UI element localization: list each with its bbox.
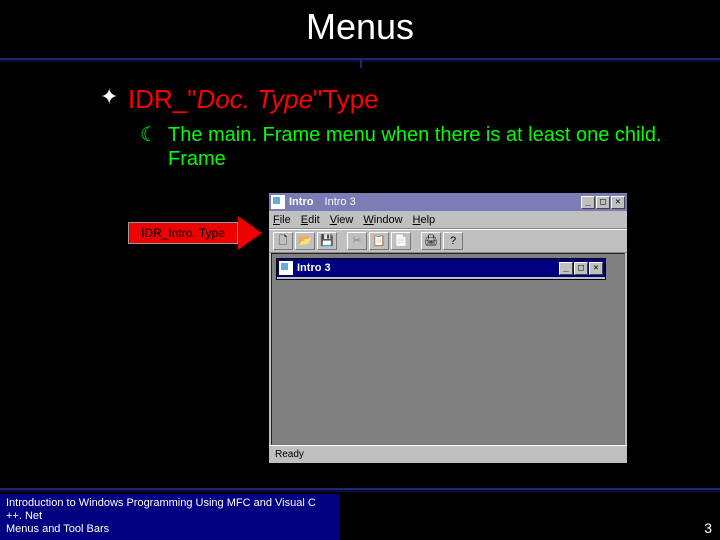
minimize-button[interactable]: _: [581, 196, 595, 209]
close-button[interactable]: ✕: [611, 196, 625, 209]
mdi-child-window[interactable]: Intro 3 _ □ ✕: [276, 258, 606, 280]
parent-titlebar[interactable]: Intro Intro 3 _ □ ✕: [269, 193, 627, 211]
arrow-head-icon: [238, 216, 262, 250]
footer-line1: Introduction to Windows Programming Usin…: [6, 497, 316, 522]
title-doc: Intro 3: [325, 196, 356, 208]
menu-window[interactable]: Window: [363, 214, 402, 226]
tool-save[interactable]: 💾: [317, 232, 337, 250]
tool-help[interactable]: ?: [443, 232, 463, 250]
page-number: 3: [704, 520, 712, 536]
menu-edit[interactable]: Edit: [301, 214, 320, 226]
tool-copy[interactable]: 📋: [369, 232, 389, 250]
footer-line2: Menus and Tool Bars: [6, 523, 109, 535]
parent-title: Intro Intro 3: [289, 196, 581, 208]
title-app: Intro: [289, 196, 313, 208]
tool-new[interactable]: 🗋: [273, 232, 293, 250]
footer-text: Introduction to Windows Programming Usin…: [0, 494, 340, 540]
maximize-button[interactable]: □: [596, 196, 610, 209]
slide-title: Menus: [0, 0, 720, 48]
content-area: ✦ IDR_"Doc. Type"Type ☾ The main. Frame …: [0, 64, 720, 171]
bullet-level1: ✦ IDR_"Doc. Type"Type: [100, 84, 720, 115]
arrow-label: IDR_Intro. Type: [128, 222, 238, 244]
tool-paste[interactable]: 📄: [391, 232, 411, 250]
window-buttons: _ □ ✕: [581, 196, 627, 209]
menu-bar: File Edit View Window Help: [269, 211, 627, 229]
mdi-parent-window: Intro Intro 3 _ □ ✕ File Edit View Windo…: [268, 192, 628, 464]
tool-bar: 🗋 📂 💾 ✂ 📋 📄 🖨 ?: [269, 229, 627, 253]
menu-file[interactable]: File: [273, 214, 291, 226]
menu-help[interactable]: Help: [413, 214, 436, 226]
child-close-button[interactable]: ✕: [589, 262, 603, 275]
bullet-level2: ☾ The main. Frame menu when there is at …: [140, 123, 720, 171]
figure: IDR_Intro. Type Intro Intro 3 _ □ ✕ File…: [128, 192, 648, 472]
child-title: Intro 3: [297, 262, 559, 274]
bullet1-italic: Doc. Type: [196, 84, 313, 114]
bullet1-suffix: "Type: [313, 84, 379, 114]
bottom-divider: [0, 488, 720, 494]
child-minimize-button[interactable]: _: [559, 262, 573, 275]
app-icon: [271, 195, 285, 209]
mdi-client-area: Intro 3 _ □ ✕: [271, 253, 625, 445]
child-titlebar[interactable]: Intro 3 _ □ ✕: [277, 259, 605, 277]
bullet-icon: ✦: [100, 84, 128, 110]
callout-arrow: IDR_Intro. Type: [128, 216, 268, 250]
tool-print[interactable]: 🖨: [421, 232, 441, 250]
child-maximize-button[interactable]: □: [574, 262, 588, 275]
tool-cut[interactable]: ✂: [347, 232, 367, 250]
sub-bullet-text: The main. Frame menu when there is at le…: [168, 123, 688, 171]
child-icon: [279, 261, 293, 275]
bullet1-text: IDR_"Doc. Type"Type: [128, 84, 379, 115]
tool-open[interactable]: 📂: [295, 232, 315, 250]
slide-footer: Introduction to Windows Programming Usin…: [0, 488, 720, 540]
child-window-buttons: _ □ ✕: [559, 262, 605, 275]
status-bar: Ready: [269, 445, 627, 463]
sub-bullet-icon: ☾: [140, 123, 168, 147]
bullet1-prefix: IDR_": [128, 84, 196, 114]
menu-view[interactable]: View: [330, 214, 354, 226]
